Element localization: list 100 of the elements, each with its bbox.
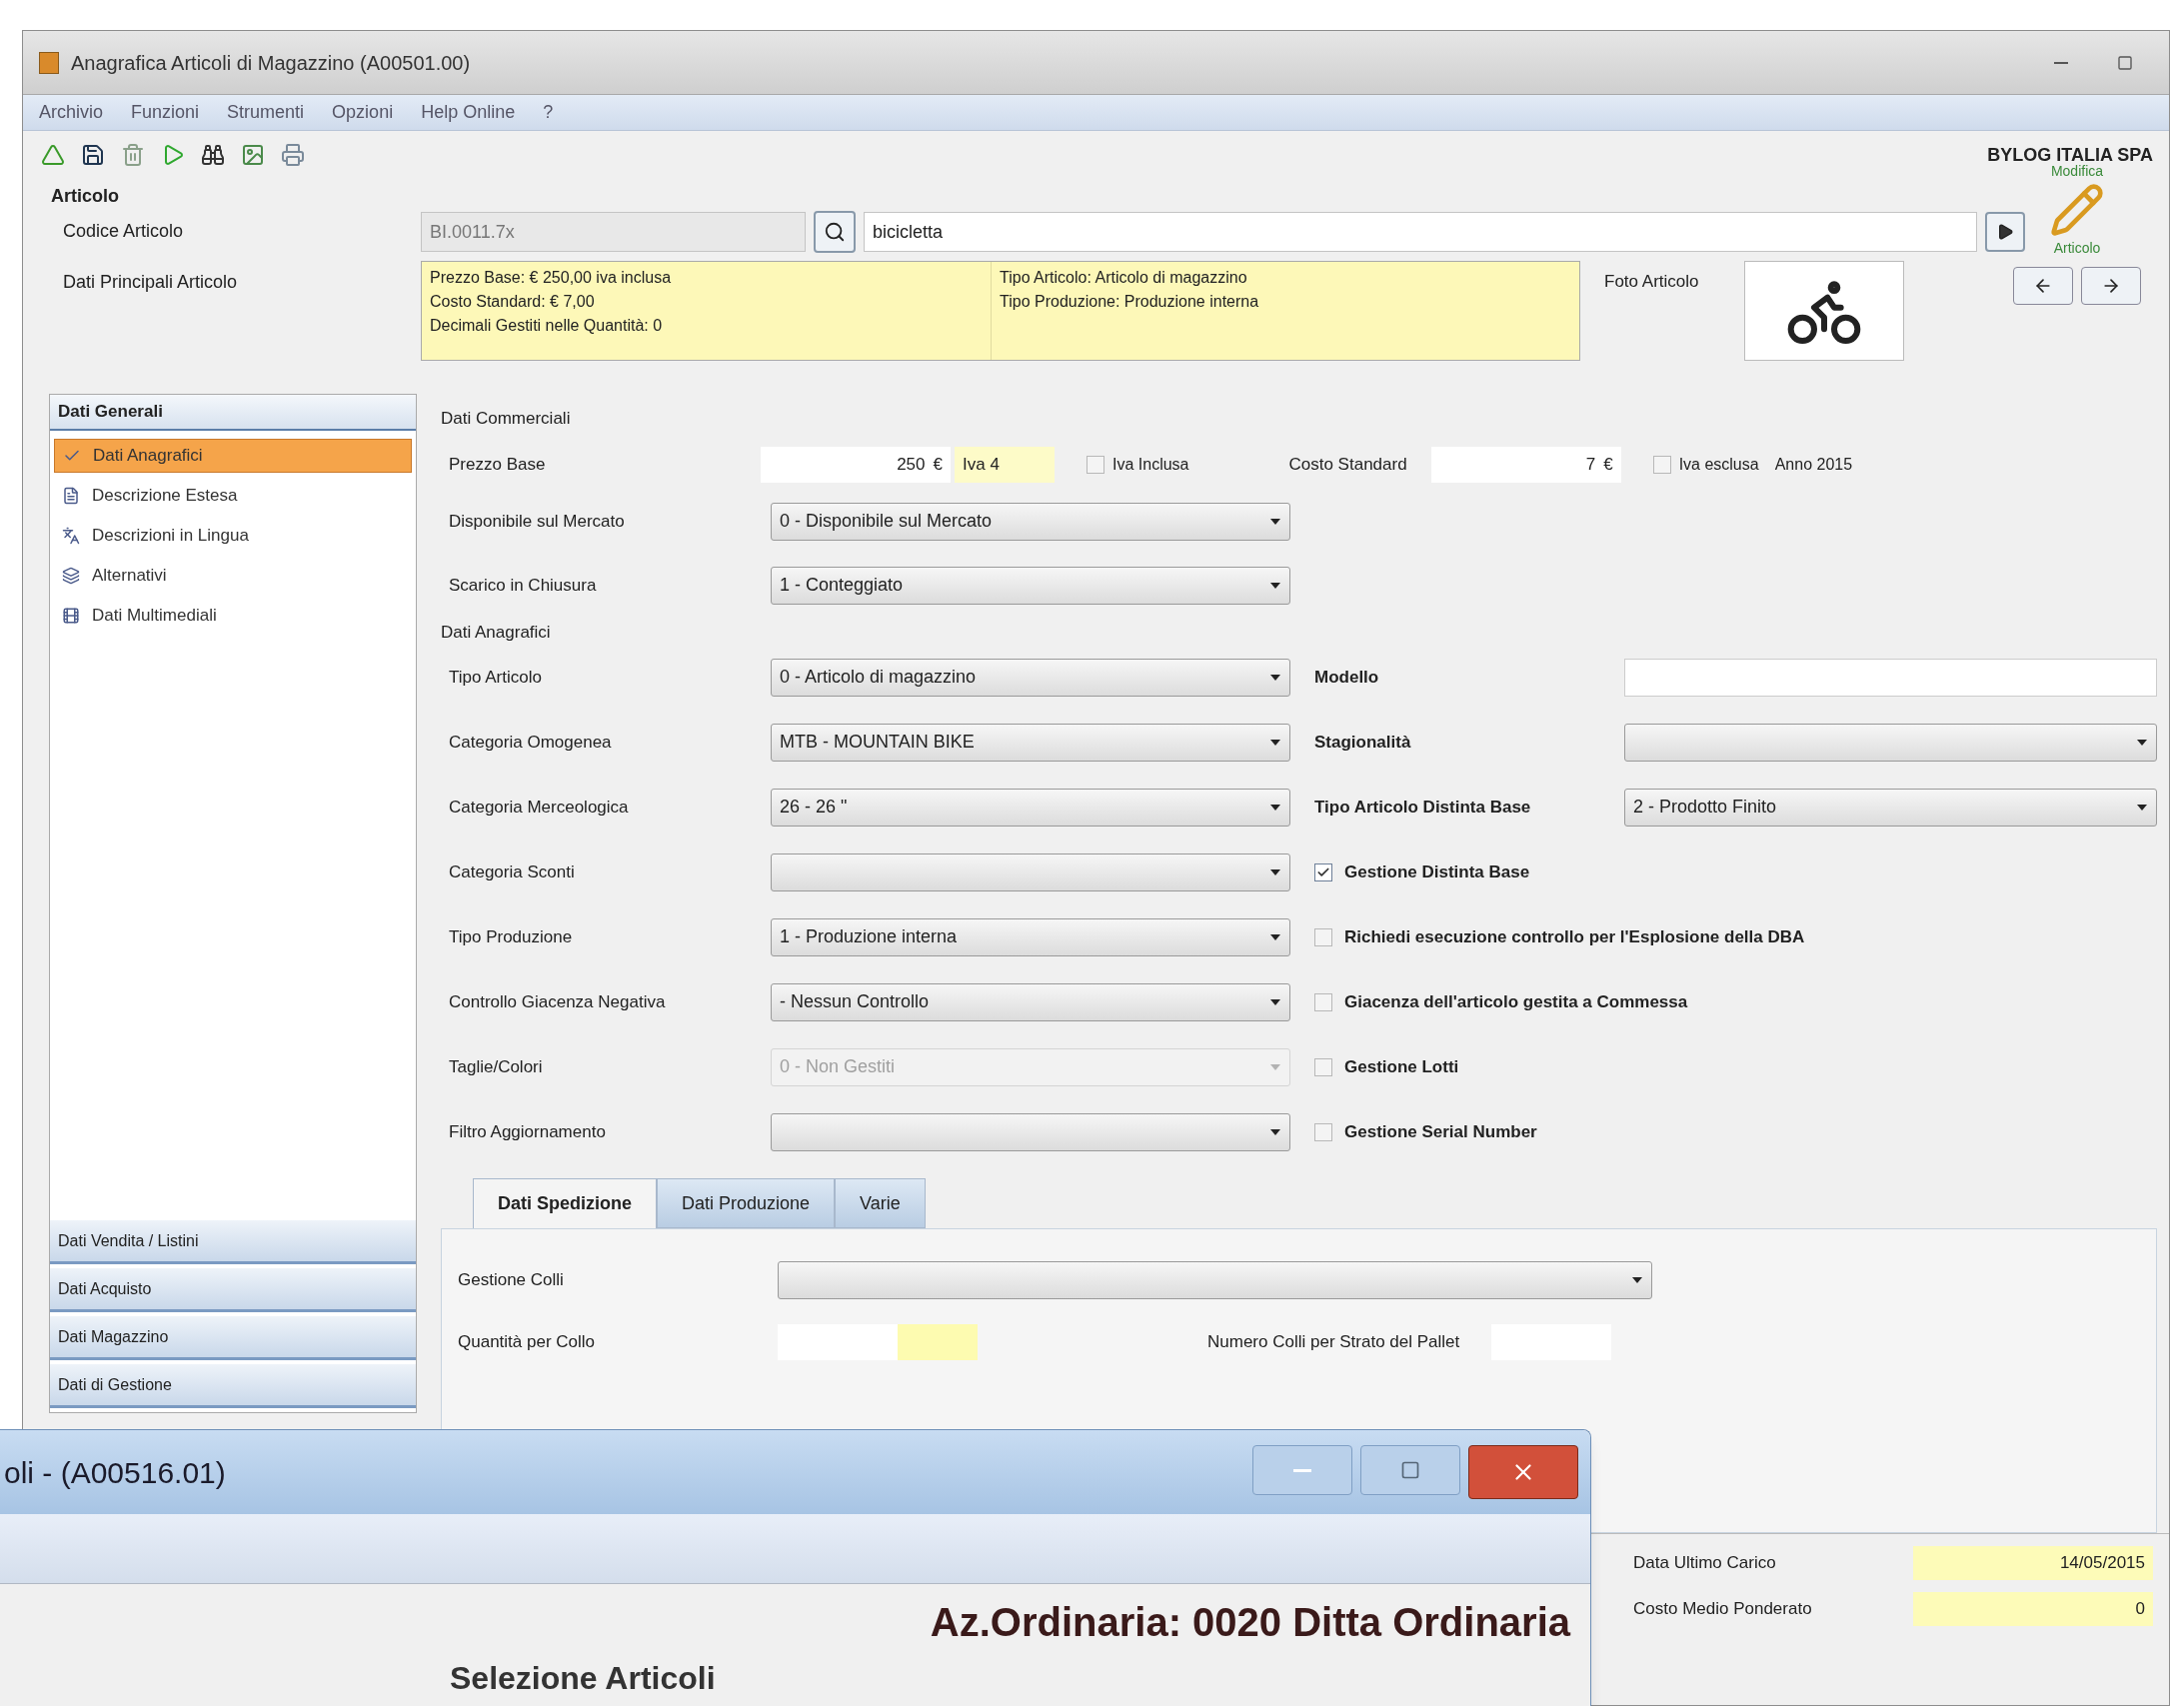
caret-icon [1269, 932, 1281, 941]
dropdown[interactable]: - Nessun Controllo [771, 982, 1290, 1021]
caret-icon [1269, 803, 1281, 812]
checkbox[interactable] [1652, 455, 1671, 474]
sidebar-item[interactable]: Dati Anagrafici [54, 439, 412, 473]
field-label: Categoria Merceologica [448, 796, 630, 819]
section-title: Dati Anagrafici [441, 621, 552, 644]
field-label: Costo Standard [1288, 453, 1407, 476]
sidebar-section[interactable]: Dati Vendita / Listini [50, 1220, 416, 1264]
field-label: Categoria Sconti [448, 860, 576, 883]
price-field[interactable]: 250 € [761, 446, 951, 483]
caret-icon [1269, 673, 1281, 682]
sidebar-section[interactable]: Dati di Gestione [50, 1364, 416, 1408]
layers-icon [62, 567, 80, 585]
field-label: Codice Articolo [63, 220, 185, 243]
dropdown[interactable]: 2 - Prodotto Finito [1624, 788, 2157, 827]
summary-text: Tipo Articolo: Articolo di magazzino [1000, 268, 1248, 288]
summary-text: Prezzo Base: € 250,00 iva inclusa [430, 268, 673, 288]
field-label: Tipo Articolo [448, 666, 543, 689]
sidebar-item[interactable]: Descrizioni in Lingua [54, 519, 412, 553]
caret-icon [1269, 517, 1281, 526]
field-label: Disponibile sul Mercato [448, 510, 626, 533]
window-title: oli - (A00516.01) [4, 1454, 226, 1491]
checkbox-label: Gestione Distinta Base [1344, 860, 1530, 883]
checkbox-label: Gestione Serial Number [1344, 1120, 1537, 1143]
year-label: Anno 2015 [1774, 454, 1853, 475]
edit-label: Modifica [2050, 162, 2104, 181]
dropdown[interactable] [771, 1112, 1290, 1151]
dropdown[interactable]: 0 - Articolo di magazzino [771, 658, 1290, 697]
pencil-icon [2049, 182, 2105, 238]
document-icon [62, 487, 80, 505]
field-label: Tipo Articolo Distinta Base [1314, 796, 1532, 819]
code-field[interactable]: BI.0011.7x [421, 212, 806, 252]
maximize-icon [1400, 1460, 1420, 1480]
caret-icon [1631, 1276, 1643, 1284]
summary-text: Tipo Produzione: Produzione interna [1000, 292, 1260, 312]
search-icon [824, 221, 846, 243]
dropdown[interactable]: 1 - Produzione interna [771, 917, 1290, 956]
menu-item[interactable]: Opzioni [332, 99, 394, 126]
input-field[interactable] [778, 1324, 898, 1360]
menu-item[interactable]: Help Online [421, 99, 516, 126]
field-label: Filtro Aggiornamento [448, 1120, 607, 1143]
dropdown[interactable] [778, 1261, 1652, 1299]
menu-item[interactable]: Funzioni [131, 99, 200, 126]
checkbox[interactable] [1314, 992, 1332, 1011]
sidebar-item[interactable]: Alternativi [54, 559, 412, 593]
window-title: Anagrafica Articoli di Magazzino (A00501.00) [71, 50, 471, 76]
checkbox[interactable] [1087, 455, 1104, 474]
sidebar-item[interactable]: Dati Multimediali [54, 599, 412, 633]
dropdown[interactable]: 26 - 26 " [771, 788, 1290, 827]
sidebar-section[interactable]: Dati Acquisto [50, 1268, 416, 1312]
field-label: Modello [1314, 666, 1380, 689]
search-button[interactable] [814, 211, 856, 253]
section-title: Dati Commerciali [441, 408, 572, 430]
app-icon [39, 51, 59, 74]
play-button[interactable] [1985, 212, 2025, 252]
printer-icon[interactable] [279, 141, 307, 169]
tab[interactable]: Dati Spedizione [473, 1178, 657, 1228]
tab[interactable]: Varie [835, 1178, 926, 1228]
vat-code-field[interactable]: Iva 4 [955, 446, 1055, 483]
caret-icon [2136, 738, 2148, 747]
sidebar-section[interactable]: Dati Magazzino [50, 1316, 416, 1360]
dropdown[interactable] [771, 853, 1290, 891]
sidebar-item[interactable]: Descrizione Estesa [54, 479, 412, 513]
description-field[interactable]: bicicletta [864, 212, 1977, 252]
dropdown[interactable]: 0 - Disponibile sul Mercato [771, 502, 1290, 541]
cost-field[interactable]: 7 € [1430, 446, 1621, 483]
summary-text: Decimali Gestiti nelle Quantità: 0 [430, 316, 664, 336]
caret-icon [1269, 997, 1281, 1006]
checkbox-label: Gestione Lotti [1344, 1055, 1459, 1078]
field-label: Tipo Produzione [448, 925, 574, 948]
edit-label: Articolo [2053, 239, 2101, 258]
checkbox[interactable] [1314, 862, 1332, 881]
dropdown[interactable]: MTB - MOUNTAIN BIKE [771, 723, 1290, 762]
sidebar-header[interactable]: Dati Generali [50, 395, 416, 431]
summary-text: Costo Standard: € 7,00 [430, 292, 596, 312]
field-label: Prezzo Base [448, 453, 547, 476]
input-field[interactable] [898, 1324, 978, 1360]
tab[interactable]: Dati Produzione [657, 1178, 836, 1228]
menu-item[interactable]: Strumenti [227, 99, 305, 126]
company-name: BYLOG ITALIA SPA [1987, 143, 2153, 165]
menu-item[interactable]: Archivio [39, 99, 104, 126]
next-button[interactable] [2081, 267, 2141, 305]
previous-button[interactable] [2013, 267, 2073, 305]
dropdown[interactable]: 1 - Conteggiato [771, 566, 1290, 605]
field-label: Costo Medio Ponderato [1633, 1598, 1813, 1621]
field-label: Scarico in Chiusura [448, 574, 598, 597]
checkbox-label: Iva esclusa [1678, 454, 1759, 475]
checkbox[interactable] [1314, 1122, 1332, 1141]
dropdown[interactable] [1624, 723, 2157, 762]
field-label: Dati Principali Articolo [63, 271, 239, 294]
checkbox[interactable] [1314, 927, 1332, 946]
checkbox-label: Iva Inclusa [1112, 454, 1189, 475]
film-icon [62, 607, 80, 625]
field-label: Controllo Giacenza Negativa [448, 990, 667, 1013]
close-button[interactable] [1468, 1445, 1578, 1499]
input-field[interactable] [1624, 658, 2157, 697]
checkbox-label: Richiedi esecuzione controllo per l'Esplosione della DBA [1344, 925, 1805, 948]
menu-item[interactable]: ? [543, 99, 554, 126]
maximize-button[interactable] [1360, 1445, 1460, 1495]
